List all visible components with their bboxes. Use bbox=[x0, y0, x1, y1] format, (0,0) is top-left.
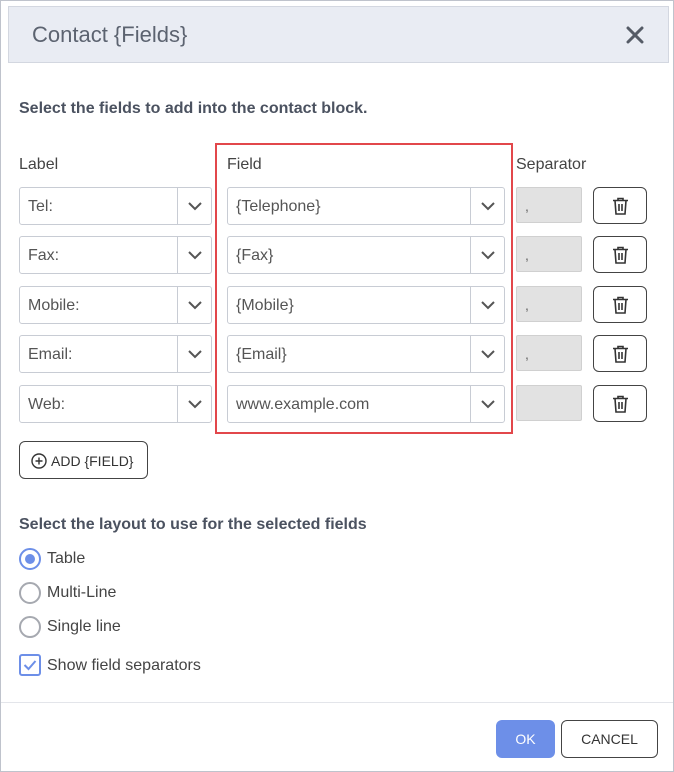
separator-value: , bbox=[525, 297, 529, 313]
chevron-down-icon bbox=[188, 400, 202, 409]
chevron-down-icon bbox=[188, 202, 202, 211]
label-select[interactable]: Web: bbox=[19, 385, 212, 423]
checkbox-box bbox=[19, 654, 41, 676]
close-icon bbox=[626, 26, 644, 44]
label-column-header: Label bbox=[19, 156, 59, 173]
layout-option-label: Multi-Line bbox=[47, 584, 117, 601]
delete-row-button[interactable] bbox=[593, 385, 647, 422]
delete-row-button[interactable] bbox=[593, 335, 647, 372]
separator-input[interactable]: , bbox=[516, 236, 582, 272]
dialog-header: Contact {Fields} bbox=[8, 6, 669, 63]
cancel-button[interactable]: CANCEL bbox=[561, 720, 658, 758]
separator-input[interactable] bbox=[516, 385, 582, 421]
separator-input[interactable]: , bbox=[516, 187, 582, 223]
label-select[interactable]: Fax: bbox=[19, 236, 212, 274]
separator-value: , bbox=[525, 198, 529, 214]
trash-icon bbox=[613, 246, 628, 264]
label-select[interactable]: Mobile: bbox=[19, 286, 212, 324]
trash-icon bbox=[613, 197, 628, 215]
delete-row-button[interactable] bbox=[593, 236, 647, 273]
label-select-value: Fax: bbox=[28, 247, 60, 264]
trash-icon bbox=[613, 345, 628, 363]
instructions-text: Select the fields to add into the contac… bbox=[19, 100, 368, 117]
checkmark-icon bbox=[23, 660, 37, 671]
radio-selected bbox=[19, 548, 41, 570]
layout-option-label: Single line bbox=[47, 618, 121, 635]
separator-value: , bbox=[525, 346, 529, 362]
label-select-value: Email: bbox=[28, 346, 73, 363]
plus-circle-icon bbox=[31, 453, 47, 469]
show-separators-checkbox[interactable]: Show field separators bbox=[19, 654, 239, 678]
show-separators-label: Show field separators bbox=[47, 657, 201, 674]
label-select-value: Tel: bbox=[28, 198, 53, 215]
layout-option-multi-line[interactable]: Multi-Line bbox=[19, 582, 219, 606]
radio-unselected bbox=[19, 582, 41, 604]
add-field-button[interactable]: ADD {FIELD} bbox=[19, 441, 148, 479]
label-select-value: Mobile: bbox=[28, 297, 80, 314]
chevron-down-icon bbox=[188, 251, 202, 260]
ok-button[interactable]: OK bbox=[496, 720, 555, 758]
layout-option-table[interactable]: Table bbox=[19, 548, 219, 572]
separator-column-header: Separator bbox=[516, 156, 587, 173]
separator-input[interactable]: , bbox=[516, 286, 582, 322]
chevron-down-icon bbox=[188, 301, 202, 310]
separator-input[interactable]: , bbox=[516, 335, 582, 371]
label-select[interactable]: Tel: bbox=[19, 187, 212, 225]
footer-divider bbox=[1, 702, 673, 703]
delete-row-button[interactable] bbox=[593, 187, 647, 224]
layout-section-title: Select the layout to use for the selecte… bbox=[19, 516, 367, 533]
field-column-highlight bbox=[215, 143, 513, 434]
label-select-value: Web: bbox=[28, 396, 66, 413]
close-button[interactable] bbox=[622, 22, 648, 48]
dialog-title: Contact {Fields} bbox=[32, 22, 188, 47]
radio-unselected bbox=[19, 616, 41, 638]
trash-icon bbox=[613, 395, 628, 413]
separator-value: , bbox=[525, 247, 529, 263]
contact-fields-dialog: Contact {Fields} Select the fields to ad… bbox=[0, 0, 674, 772]
layout-option-single-line[interactable]: Single line bbox=[19, 616, 219, 640]
layout-option-label: Table bbox=[47, 550, 86, 567]
add-field-label: ADD {FIELD} bbox=[51, 453, 134, 469]
label-select[interactable]: Email: bbox=[19, 335, 212, 373]
trash-icon bbox=[613, 296, 628, 314]
chevron-down-icon bbox=[188, 350, 202, 359]
delete-row-button[interactable] bbox=[593, 286, 647, 323]
